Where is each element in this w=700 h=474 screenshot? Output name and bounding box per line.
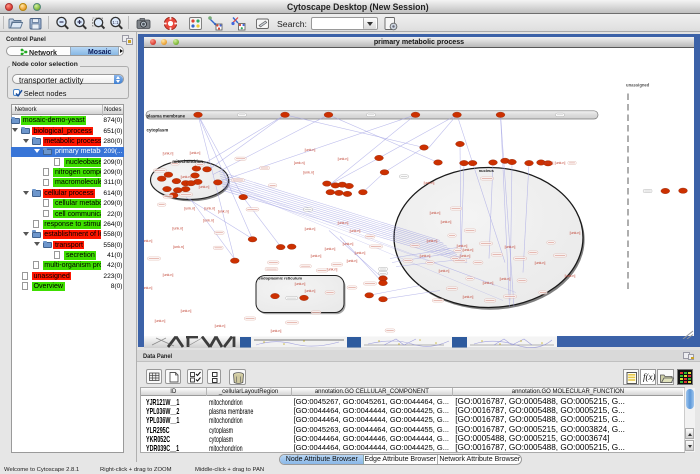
svg-text:[unk.n]: [unk.n] — [338, 156, 349, 160]
svg-text:[unk.n]: [unk.n] — [439, 268, 450, 272]
svg-text:[unk.n]: [unk.n] — [457, 243, 468, 247]
svg-text:[unk.n]: [unk.n] — [343, 241, 354, 245]
svg-text:[unk.n]: [unk.n] — [184, 206, 195, 210]
svg-text:[unk.n]: [unk.n] — [303, 170, 314, 174]
svg-text:[unk.n]: [unk.n] — [463, 294, 474, 298]
svg-text:unassigned: unassigned — [626, 82, 650, 87]
svg-text:[unk.n]: [unk.n] — [163, 272, 174, 276]
svg-text:[unk.n]: [unk.n] — [543, 161, 554, 165]
svg-text:[unk.n]: [unk.n] — [355, 250, 366, 254]
svg-text:[unk.n]: [unk.n] — [338, 220, 349, 224]
svg-text:nucleus: nucleus — [479, 168, 495, 173]
svg-text:[unk.n]: [unk.n] — [181, 308, 192, 312]
svg-text:[unk.n]: [unk.n] — [463, 247, 474, 251]
svg-text:[unk.n]: [unk.n] — [311, 253, 322, 257]
svg-text:[unk.n]: [unk.n] — [483, 280, 494, 284]
svg-text:[unk.n]: [unk.n] — [163, 151, 174, 155]
svg-text:[unk.n]: [unk.n] — [173, 245, 184, 249]
svg-text:[unk.n]: [unk.n] — [199, 184, 210, 188]
svg-text:[unk.n]: [unk.n] — [294, 161, 305, 165]
svg-text:[unk.n]: [unk.n] — [460, 253, 471, 257]
svg-text:[unk.n]: [unk.n] — [500, 276, 511, 280]
svg-text:[unk.n]: [unk.n] — [144, 238, 152, 242]
svg-text:[unk.n]: [unk.n] — [295, 281, 306, 285]
svg-text:[unk.n]: [unk.n] — [325, 246, 336, 250]
svg-text:[unk.n]: [unk.n] — [204, 206, 215, 210]
svg-text:[unk.n]: [unk.n] — [215, 323, 226, 327]
svg-text:[unk.n]: [unk.n] — [555, 161, 566, 165]
svg-text:plasma membrane: plasma membrane — [147, 113, 186, 118]
svg-text:[unk.n]: [unk.n] — [505, 244, 516, 248]
svg-text:[unk.n]: [unk.n] — [144, 285, 152, 289]
svg-text:[unk.n]: [unk.n] — [350, 228, 361, 232]
svg-text:[unk.n]: [unk.n] — [218, 209, 229, 213]
svg-text:[unk.n]: [unk.n] — [347, 258, 358, 262]
svg-text:[unk.n]: [unk.n] — [305, 226, 316, 230]
svg-text:[unk.n]: [unk.n] — [155, 318, 166, 322]
svg-text:[unk.n]: [unk.n] — [190, 150, 201, 154]
svg-text:[unk.n]: [unk.n] — [181, 174, 192, 178]
svg-text:[unk.n]: [unk.n] — [172, 226, 183, 230]
svg-text:[unk.n]: [unk.n] — [565, 273, 576, 277]
svg-text:[unk.n]: [unk.n] — [305, 148, 316, 152]
svg-text:[unk.n]: [unk.n] — [535, 260, 546, 264]
svg-text:[unk.n]: [unk.n] — [203, 218, 214, 222]
svg-text:endoplasmic reticulum: endoplasmic reticulum — [259, 275, 303, 280]
svg-text:[unk.n]: [unk.n] — [441, 219, 452, 223]
svg-text:[unk.n]: [unk.n] — [427, 238, 438, 242]
svg-text:[unk.n]: [unk.n] — [570, 230, 581, 234]
svg-text:[unk.n]: [unk.n] — [271, 328, 282, 332]
svg-text:[unk.n]: [unk.n] — [424, 180, 435, 184]
svg-text:mitochondrion: mitochondrion — [172, 159, 203, 164]
svg-text:[unk.n]: [unk.n] — [305, 288, 316, 292]
svg-text:cytoplasm: cytoplasm — [147, 127, 169, 132]
svg-text:[unk.n]: [unk.n] — [420, 253, 431, 257]
svg-text:[unk.n]: [unk.n] — [327, 267, 338, 271]
svg-text:[unk.n]: [unk.n] — [430, 210, 441, 214]
